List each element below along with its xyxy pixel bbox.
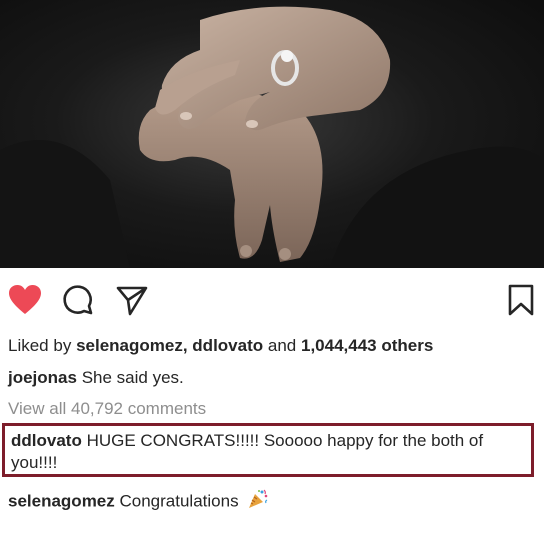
likes-prefix: Liked by	[8, 336, 72, 355]
likes-line: Liked by selenagomez, ddlovato and 1,044…	[8, 335, 536, 357]
share-button[interactable]	[116, 284, 148, 316]
share-paper-plane-icon	[116, 286, 148, 316]
comment-item: selenagomez Congratulations	[8, 488, 536, 516]
heart-filled-icon	[9, 285, 41, 314]
liker-selenagomez[interactable]: selenagomez,	[76, 336, 188, 355]
action-bar	[0, 276, 544, 326]
highlighted-comment-box: ddlovato HUGE CONGRATS!!!!! Sooooo happy…	[2, 423, 534, 477]
comment-username[interactable]: selenagomez	[8, 491, 115, 510]
likes-and: and	[267, 336, 297, 355]
bookmark-icon	[508, 284, 534, 316]
like-button[interactable]	[8, 284, 42, 316]
save-button[interactable]	[508, 284, 534, 316]
comment-username[interactable]: ddlovato	[11, 431, 82, 450]
likes-count[interactable]: 1,044,443 others	[301, 336, 433, 355]
comment-text: HUGE CONGRATS!!!!! Sooooo happy for the …	[11, 431, 484, 472]
caption-username[interactable]: joejonas	[8, 368, 77, 387]
comment-button[interactable]	[62, 284, 94, 316]
post-image[interactable]	[0, 0, 544, 268]
party-popper-icon	[247, 488, 269, 516]
hands-ring-photo	[0, 6, 544, 268]
liker-ddlovato[interactable]: ddlovato	[192, 336, 263, 355]
caption: joejonas She said yes.	[8, 367, 536, 389]
comment-text: Congratulations	[119, 491, 239, 511]
view-all-comments-link[interactable]: View all 40,792 comments	[8, 398, 536, 420]
comment-item: ddlovato HUGE CONGRATS!!!!! Sooooo happy…	[11, 430, 529, 474]
comment-icon	[63, 285, 93, 315]
caption-text: She said yes.	[81, 368, 184, 387]
